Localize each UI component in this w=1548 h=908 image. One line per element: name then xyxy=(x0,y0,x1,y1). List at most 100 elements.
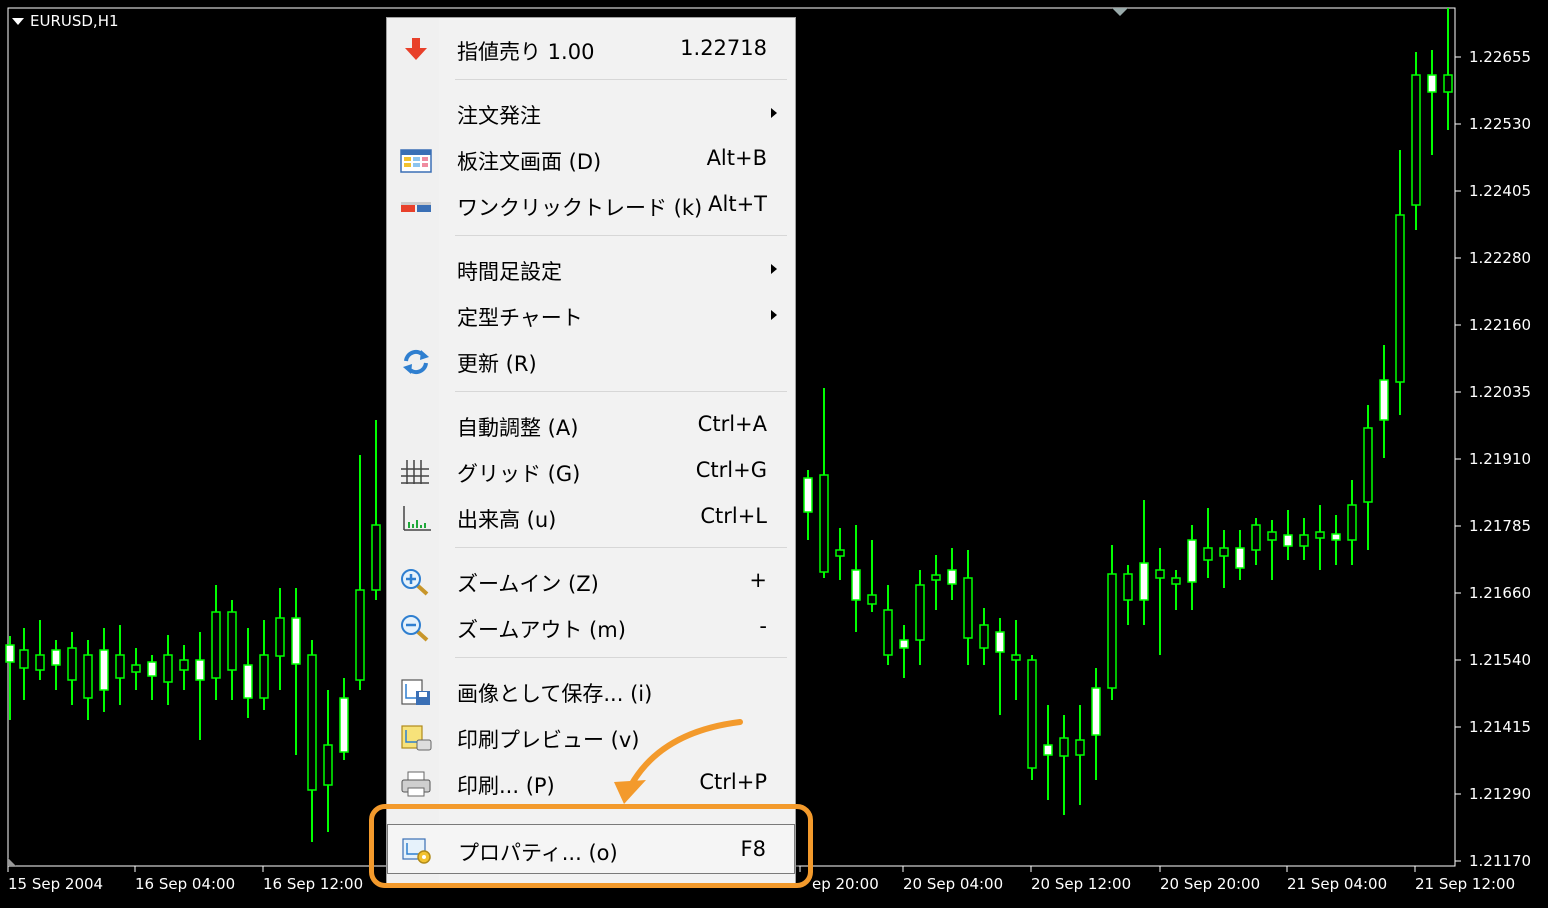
menu-item-place-order[interactable]: 注文発注 xyxy=(387,90,795,134)
candle xyxy=(1107,545,1117,700)
menu-item-auto-scroll[interactable]: 自動調整 (A) Ctrl+A xyxy=(387,402,795,446)
candle xyxy=(1155,548,1165,655)
candle xyxy=(1299,518,1309,560)
menu-item-shortcut: - xyxy=(759,614,767,638)
candle xyxy=(1331,515,1341,565)
candle xyxy=(51,640,61,690)
candle xyxy=(1043,705,1053,800)
candle xyxy=(67,632,77,705)
depth-of-market-icon xyxy=(400,149,432,173)
menu-item-shortcut: Ctrl+G xyxy=(695,458,767,482)
menu-item-zoom-in[interactable]: ズームイン (Z) + xyxy=(387,558,795,602)
candle xyxy=(899,625,909,678)
submenu-arrow-icon xyxy=(771,310,777,320)
candle xyxy=(915,570,925,665)
menu-item-grid[interactable]: グリッド (G) Ctrl+G xyxy=(387,448,795,492)
menu-item-label: 指値売り 1.00 xyxy=(457,40,595,64)
menu-separator xyxy=(455,79,787,80)
zoom-out-icon xyxy=(401,615,429,642)
menu-item-label: 更新 (R) xyxy=(457,352,537,376)
time-label: ep 20:00 xyxy=(812,875,879,893)
candle xyxy=(979,608,989,665)
candle xyxy=(1075,705,1085,805)
menu-separator xyxy=(455,657,787,658)
candle xyxy=(1059,715,1069,815)
time-label: 16 Sep 12:00 xyxy=(263,875,364,893)
highlight-frame xyxy=(369,804,813,888)
candle xyxy=(1203,508,1213,578)
candle xyxy=(1219,530,1229,588)
candle xyxy=(1379,345,1389,458)
menu-item-label: ズームアウト (m) xyxy=(457,618,626,642)
menu-item-refresh[interactable]: 更新 (R) xyxy=(387,338,795,382)
candle xyxy=(243,628,253,718)
menu-item-depth-of-market[interactable]: 板注文画面 (D) Alt+B xyxy=(387,136,795,180)
menu-item-shortcut: Ctrl+A xyxy=(697,412,767,436)
price-label: 1.21415 xyxy=(1469,718,1532,736)
symbol-dropdown-icon[interactable] xyxy=(12,17,24,25)
menu-item-sell-limit[interactable]: 指値売り 1.00 1.22718 xyxy=(387,26,795,70)
candle xyxy=(83,640,93,720)
menu-item-save-as-picture[interactable]: 画像として保存... (i) xyxy=(387,668,795,712)
time-label: 20 Sep 12:00 xyxy=(1031,875,1132,893)
save-image-icon xyxy=(401,679,430,705)
grid-icon xyxy=(401,460,429,484)
candle xyxy=(1315,505,1325,570)
candle xyxy=(115,625,125,705)
symbol-label[interactable]: EURUSD,H1 xyxy=(12,12,119,30)
candle xyxy=(1091,668,1101,780)
candle xyxy=(291,588,301,755)
candle xyxy=(1411,52,1421,230)
candle xyxy=(179,645,189,690)
candle xyxy=(803,470,813,540)
candle xyxy=(339,678,349,760)
candle xyxy=(323,690,333,832)
menu-item-shortcut: + xyxy=(749,568,767,592)
menu-item-label: グリッド (G) xyxy=(457,462,581,486)
menu-item-label: ワンクリックトレード (k) xyxy=(457,196,703,220)
time-label: 16 Sep 04:00 xyxy=(135,875,236,893)
menu-item-label: ズームイン (Z) xyxy=(457,572,599,596)
shift-marker-icon xyxy=(1112,8,1128,16)
menu-item-price: 1.22718 xyxy=(680,36,767,60)
price-label: 1.21170 xyxy=(1469,852,1532,870)
menu-item-label: 自動調整 (A) xyxy=(457,416,579,440)
candle xyxy=(1011,620,1021,700)
menu-item-timeframe[interactable]: 時間足設定 xyxy=(387,246,795,290)
candle xyxy=(35,620,45,680)
one-click-trading-icon xyxy=(401,202,431,212)
candle xyxy=(1443,8,1453,130)
candle xyxy=(371,420,381,600)
candle xyxy=(275,588,285,690)
menu-item-shortcut: Ctrl+L xyxy=(700,504,767,528)
candle xyxy=(163,635,173,705)
print-preview-icon xyxy=(401,725,432,751)
price-label: 1.22405 xyxy=(1469,182,1532,200)
candle xyxy=(19,628,29,700)
submenu-arrow-icon xyxy=(771,108,777,118)
menu-item-label: 注文発注 xyxy=(457,104,541,128)
candle xyxy=(1251,518,1261,565)
candle xyxy=(1395,150,1405,415)
menu-item-one-click-trading[interactable]: ワンクリックトレード (k) Alt+T xyxy=(387,182,795,226)
symbol-text: EURUSD,H1 xyxy=(30,12,119,30)
menu-separator xyxy=(455,235,787,236)
candle xyxy=(99,628,109,712)
price-label: 1.21910 xyxy=(1469,450,1532,468)
curved-arrow-icon xyxy=(614,719,743,804)
candle xyxy=(195,632,205,740)
menu-separator xyxy=(455,547,787,548)
candle xyxy=(1139,500,1149,625)
menu-item-zoom-out[interactable]: ズームアウト (m) - xyxy=(387,604,795,648)
candle xyxy=(1027,655,1037,780)
menu-item-volumes[interactable]: 出来高 (u) Ctrl+L xyxy=(387,494,795,538)
candle xyxy=(931,555,941,610)
candle xyxy=(131,648,141,690)
price-label: 1.21660 xyxy=(1469,584,1532,602)
menu-item-label: 印刷... (P) xyxy=(457,774,555,798)
menu-item-template[interactable]: 定型チャート xyxy=(387,292,795,336)
menu-item-shortcut: Alt+T xyxy=(708,192,767,216)
candle xyxy=(5,636,15,720)
sell-limit-arrow-icon xyxy=(405,38,427,60)
candle xyxy=(1235,530,1245,580)
